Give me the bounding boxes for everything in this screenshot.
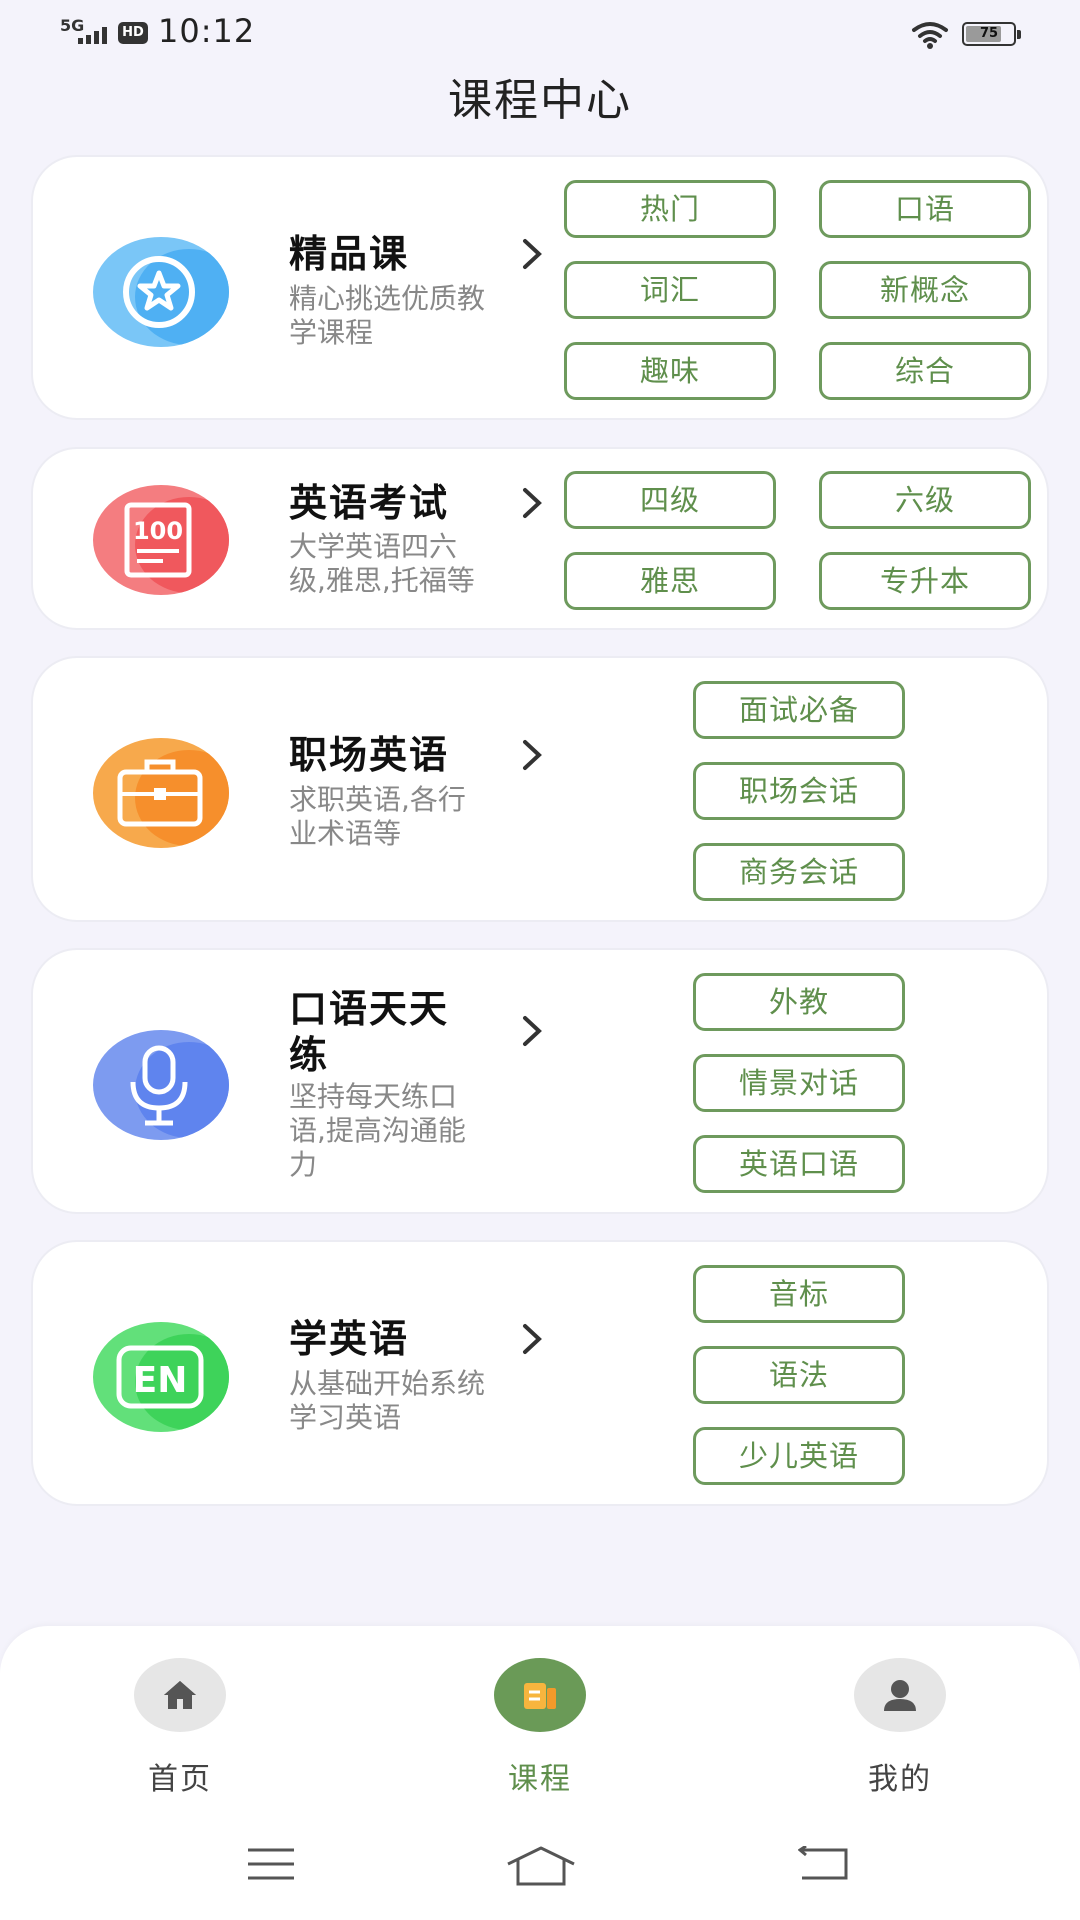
course-card-exam[interactable]: 100 英语考试 大学英语四六 级,雅思,托福等 四级 六级 雅思 专升本 — [31, 447, 1049, 630]
tag-kids-english[interactable]: 少儿英语 — [693, 1427, 905, 1485]
course-card-premium[interactable]: 精品课 精心挑选优质教 学课程 热门 口语 词汇 新概念 趣味 综合 — [31, 155, 1049, 420]
course-card-learn-english[interactable]: EN 学英语 从基础开始系统 学习英语 音标 语法 少儿英语 — [31, 1240, 1049, 1506]
card-title: 职场英语 — [289, 733, 450, 777]
chevron-right-icon[interactable] — [519, 1322, 547, 1356]
tag-interview[interactable]: 面试必备 — [693, 681, 905, 739]
exam-score-100-icon: 100 — [93, 485, 229, 595]
nav-item-courses[interactable]: 课程 — [440, 1658, 640, 1798]
page-title: 课程中心 — [448, 75, 632, 126]
nav-item-profile[interactable]: 我的 — [800, 1658, 1000, 1798]
battery-cap — [1017, 30, 1021, 39]
desc-line: 从基础开始系统 — [289, 1367, 486, 1400]
chevron-right-icon[interactable] — [519, 738, 547, 772]
back-icon[interactable] — [798, 1846, 850, 1882]
tag-phonetics[interactable]: 音标 — [693, 1265, 905, 1323]
tag-fun[interactable]: 趣味 — [564, 342, 776, 400]
tag-grammar[interactable]: 语法 — [693, 1346, 905, 1404]
chevron-right-icon[interactable] — [519, 486, 547, 520]
desc-line: 语,提高沟通能 — [289, 1114, 466, 1147]
card-description: 坚持每天练口 语,提高沟通能 力 — [289, 1080, 549, 1182]
title-line: 练 — [289, 1033, 330, 1077]
nav-label: 我的 — [868, 1762, 932, 1797]
card-description: 求职英语,各行 业术语等 — [289, 783, 549, 851]
hd-badge: HD — [118, 22, 148, 44]
course-card-daily-speaking[interactable]: 口语天天 练 坚持每天练口 语,提高沟通能 力 外教 情景对话 英语口语 — [31, 948, 1049, 1214]
star-badge-icon — [93, 237, 229, 347]
card-title: 英语考试 — [289, 481, 450, 525]
desc-line: 级,雅思,托福等 — [289, 564, 475, 597]
tag-vocabulary[interactable]: 词汇 — [564, 261, 776, 319]
desc-line: 大学英语四六 — [289, 530, 458, 563]
desc-line: 学课程 — [289, 316, 374, 349]
tag-speaking[interactable]: 口语 — [819, 180, 1031, 238]
chevron-right-icon[interactable] — [519, 237, 547, 271]
briefcase-icon — [93, 738, 229, 848]
nav-label: 首页 — [148, 1762, 212, 1797]
desc-line: 力 — [289, 1148, 318, 1181]
tag-cet6[interactable]: 六级 — [819, 471, 1031, 529]
wifi-icon — [912, 22, 948, 49]
status-bar: 5G HD 10:12 75 — [0, 0, 1080, 66]
battery-icon: 75 — [962, 22, 1021, 46]
person-icon — [854, 1658, 946, 1732]
desc-line: 精心挑选优质教 — [289, 282, 486, 315]
nav-label: 课程 — [508, 1762, 572, 1797]
menu-lines-icon[interactable] — [246, 1846, 296, 1882]
course-card-workplace[interactable]: 职场英语 求职英语,各行 业术语等 面试必备 职场会话 商务会话 — [31, 656, 1049, 922]
course-book-icon — [494, 1658, 586, 1732]
tag-foreign-teacher[interactable]: 外教 — [693, 973, 905, 1031]
chevron-right-icon[interactable] — [519, 1014, 547, 1048]
nav-item-home[interactable]: 首页 — [80, 1658, 280, 1798]
home-outline-icon[interactable] — [506, 1846, 576, 1886]
battery-level: 75 — [979, 26, 999, 41]
tag-comprehensive[interactable]: 综合 — [819, 342, 1031, 400]
desc-line: 学习英语 — [289, 1401, 402, 1434]
card-title: 口语天天 练 — [289, 986, 449, 1078]
tag-business-conversation[interactable]: 商务会话 — [693, 843, 905, 901]
microphone-icon — [93, 1030, 229, 1140]
tag-cet4[interactable]: 四级 — [564, 471, 776, 529]
card-description: 大学英语四六 级,雅思,托福等 — [289, 530, 549, 598]
tag-spoken-english[interactable]: 英语口语 — [693, 1135, 905, 1193]
en-letters-icon: EN — [93, 1322, 229, 1432]
card-title: 精品课 — [289, 232, 410, 276]
tag-upgrade-degree[interactable]: 专升本 — [819, 552, 1031, 610]
tag-situational-dialogue[interactable]: 情景对话 — [693, 1054, 905, 1112]
svg-text:EN: EN — [133, 1360, 188, 1401]
card-title: 学英语 — [289, 1317, 410, 1361]
tag-workplace-conversation[interactable]: 职场会话 — [693, 762, 905, 820]
card-description: 精心挑选优质教 学课程 — [289, 282, 549, 350]
title-line: 口语天天 — [289, 987, 450, 1031]
tag-ielts[interactable]: 雅思 — [564, 552, 776, 610]
desc-line: 求职英语,各行 — [289, 783, 466, 816]
desc-line: 业术语等 — [289, 817, 402, 850]
svg-text:100: 100 — [133, 517, 183, 545]
signal-bars-icon — [78, 27, 107, 44]
home-icon — [134, 1658, 226, 1732]
tag-new-concept[interactable]: 新概念 — [819, 261, 1031, 319]
clock: 10:12 — [158, 12, 256, 50]
desc-line: 坚持每天练口 — [289, 1080, 458, 1113]
tag-hot[interactable]: 热门 — [564, 180, 776, 238]
card-description: 从基础开始系统 学习英语 — [289, 1367, 549, 1435]
